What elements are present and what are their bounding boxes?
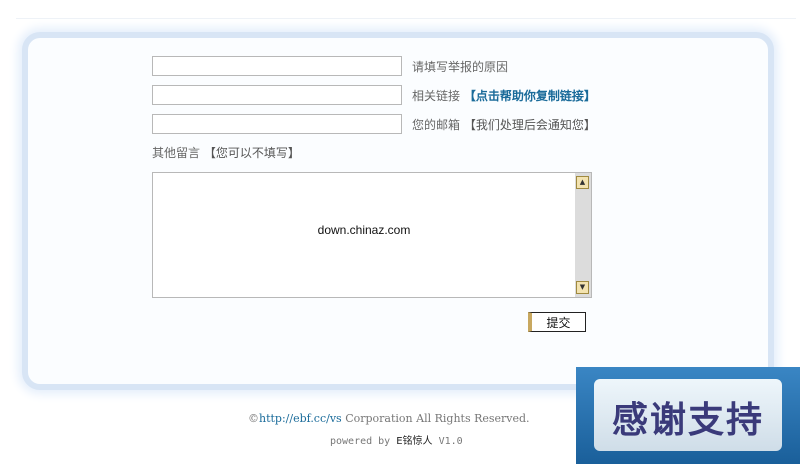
link-hint: 相关链接 [412,89,461,103]
thanks-text: 感谢支持 [611,400,764,441]
copyright-text: Corporation All Rights Reserved. [341,412,530,425]
email-hint: 您的邮箱 [412,118,461,132]
link-hint-group: 相关链接 【点击帮助你复制链接】 [412,87,596,104]
scroll-up-arrow-icon[interactable]: ▲ [576,176,589,189]
copy-link-help[interactable]: 【点击帮助你复制链接】 [464,89,596,103]
thanks-banner-inner: 感谢支持 [594,379,782,451]
brand-name: E铭惊人 [396,436,433,447]
link-input[interactable] [152,85,402,105]
memo-label: 其他留言 [152,146,201,160]
footer-url-link[interactable]: http://ebf.cc/vs [259,412,342,425]
version-text: V1.0 [432,436,463,447]
memo-scrollbar[interactable]: ▲ ▼ [575,173,591,297]
thanks-banner: 感谢支持 [576,367,800,464]
email-note: 【我们处理后会通知您】 [463,118,596,132]
copyright-line: ©http://ebf.cc/vs Corporation All Rights… [248,412,530,425]
top-divider [16,18,796,19]
submit-button[interactable]: 提交 [528,312,586,332]
powered-by-line: powered by E铭惊人 V1.0 [330,432,463,447]
memo-label-group: 其他留言 【您可以不填写】 [152,144,300,161]
memo-text: down.chinaz.com [317,223,411,237]
scroll-down-arrow-icon[interactable]: ▼ [576,281,589,294]
email-input[interactable] [152,114,402,134]
memo-note: 【您可以不填写】 [203,146,300,160]
email-hint-group: 您的邮箱 【我们处理后会通知您】 [412,116,596,133]
reason-input[interactable] [152,56,402,76]
copyright-symbol: © [248,412,259,425]
powered-prefix: powered by [330,436,397,447]
reason-hint: 请填写举报的原因 [412,60,509,74]
memo-textarea[interactable]: down.chinaz.com ▲ ▼ [152,172,592,298]
